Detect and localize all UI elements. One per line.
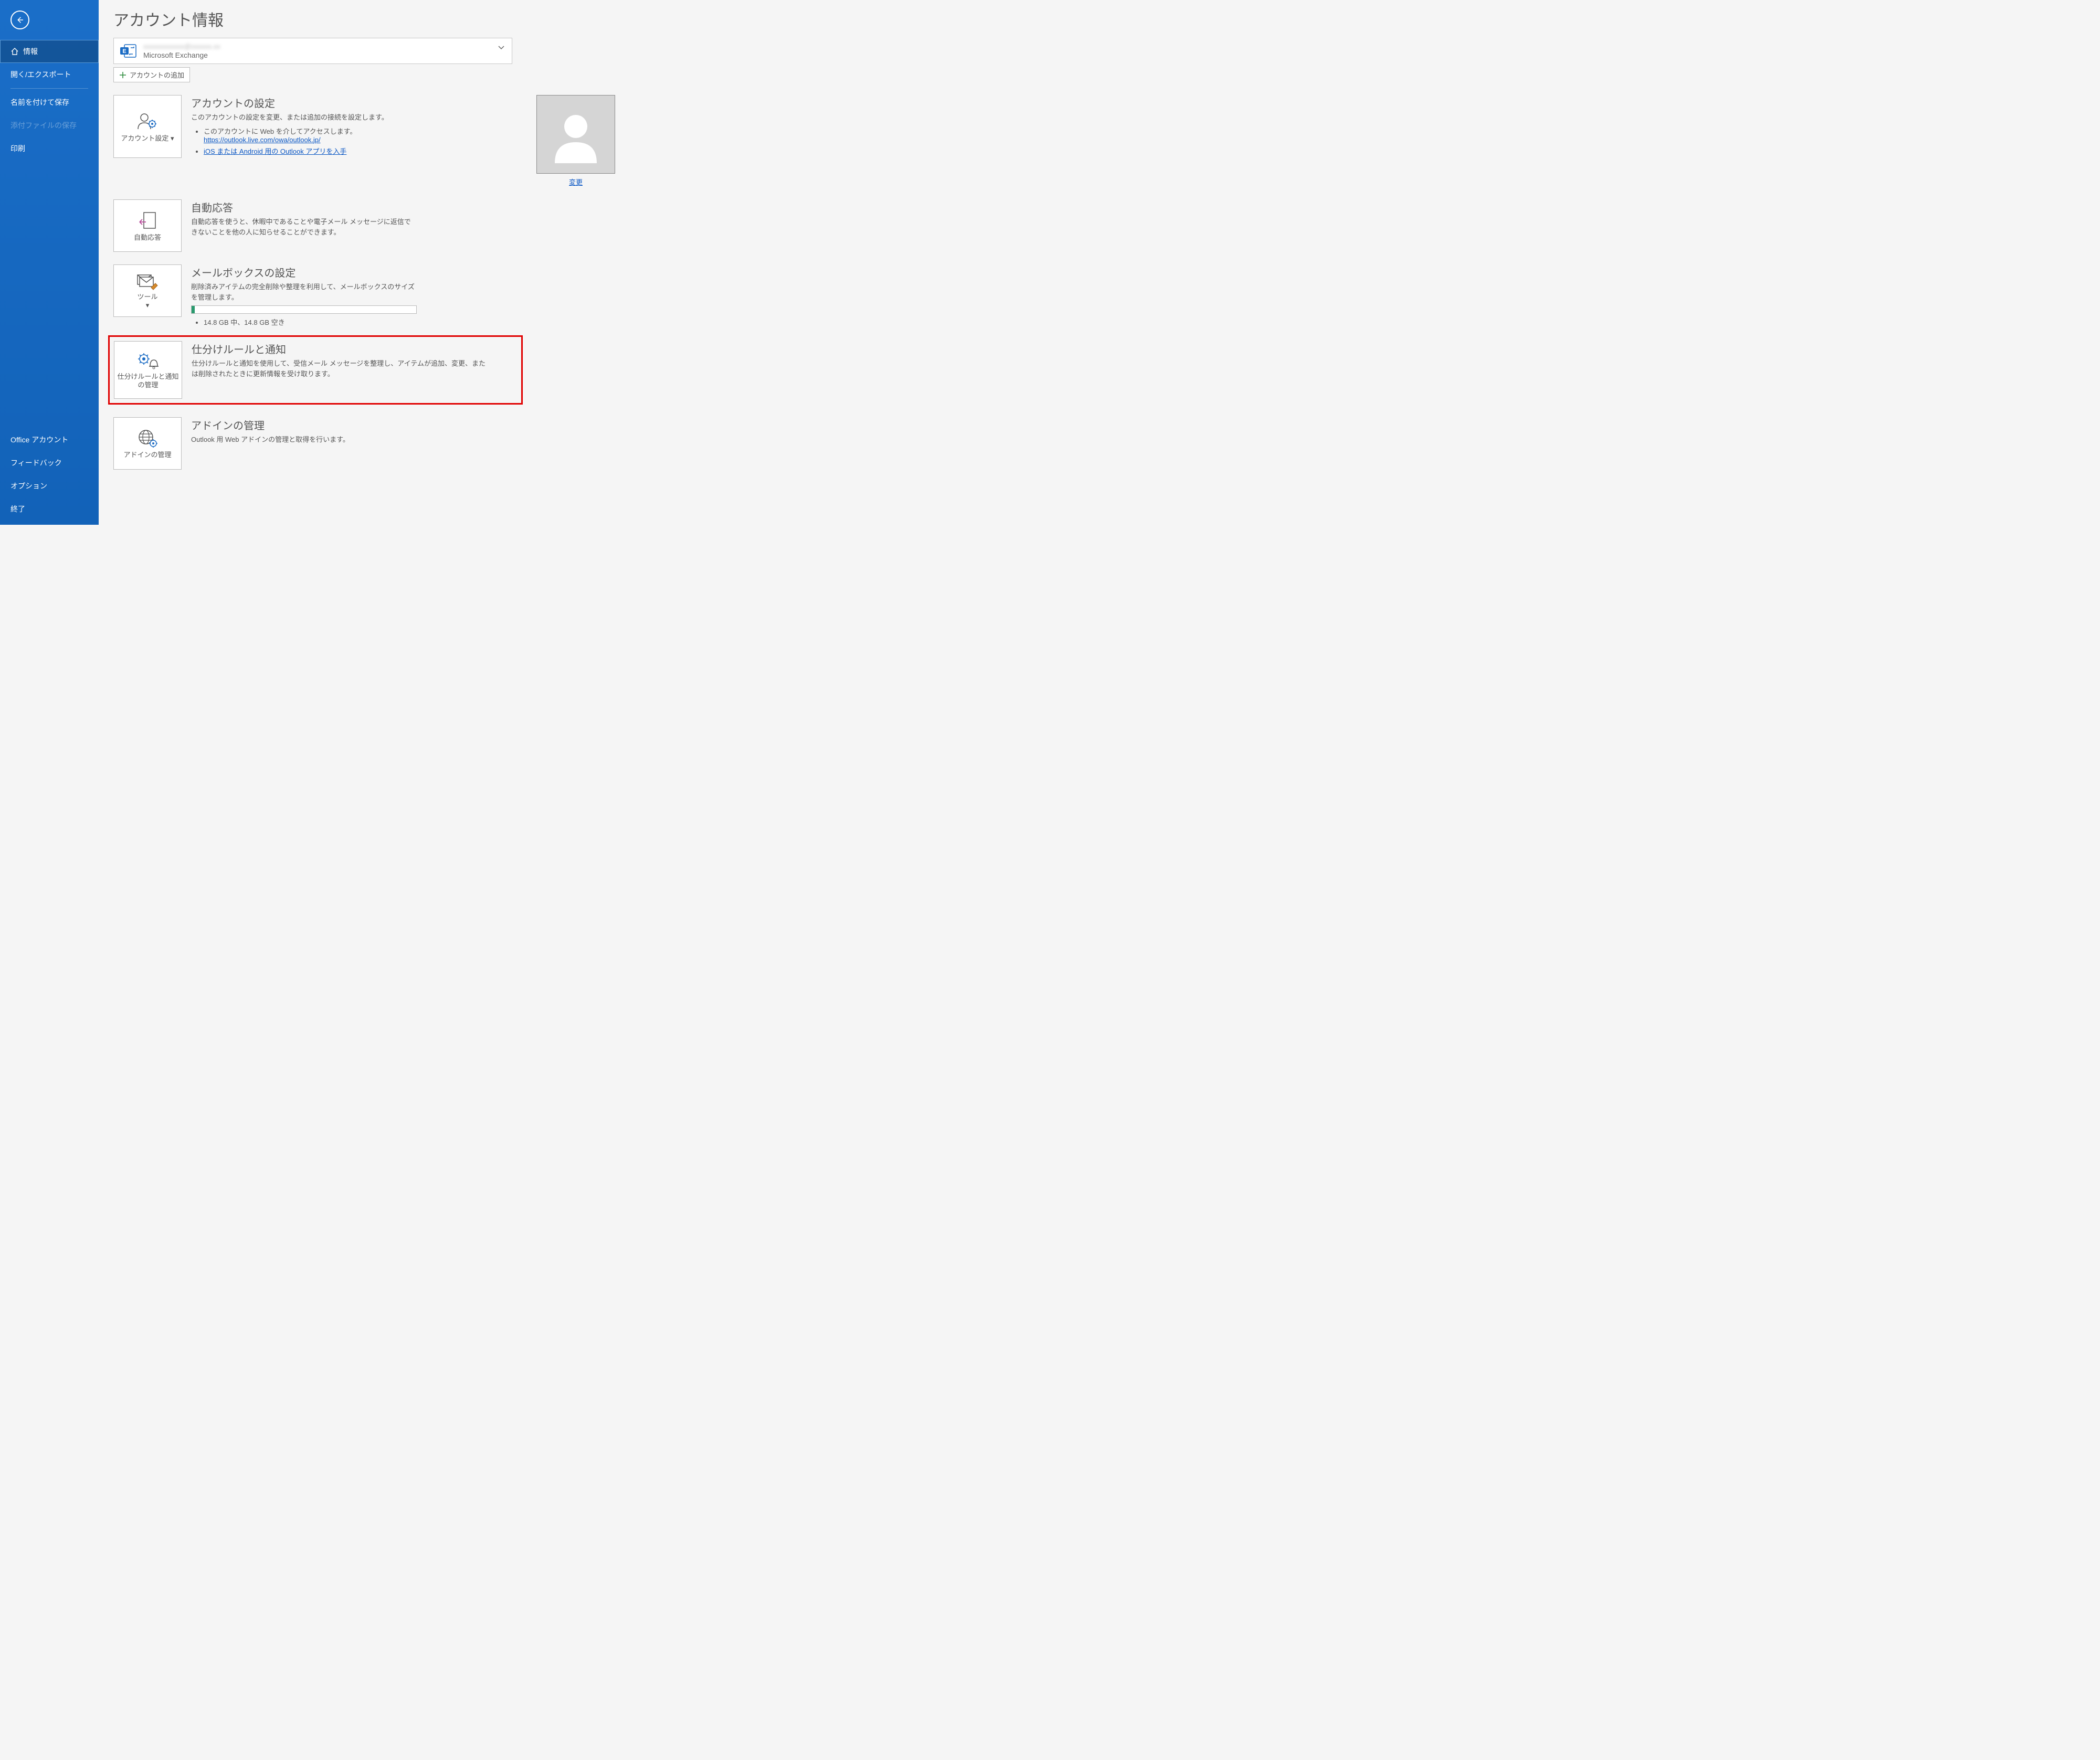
person-gear-icon [136, 111, 159, 132]
section-desc: 自動応答を使うと、休暇中であることや電子メール メッセージに返信できないことを他… [191, 217, 417, 237]
tile-label: 自動応答 [134, 234, 161, 242]
change-avatar-link[interactable]: 変更 [569, 177, 583, 187]
nav-divider [10, 88, 88, 89]
gear-bell-icon [136, 352, 160, 370]
section-title: 仕分けルールと通知 [192, 341, 517, 356]
manage-rules-button[interactable]: 仕分けルールと通知の管理 [114, 341, 182, 399]
nav-label: 情報 [23, 46, 38, 57]
tile-label: アドインの管理 [123, 451, 171, 459]
auto-reply-icon [138, 210, 157, 231]
section-auto-reply: 自動応答 自動応答 自動応答を使うと、休暇中であることや電子メール メッセージに… [113, 199, 615, 252]
add-account-label: アカウントの追加 [130, 70, 184, 80]
account-type: Microsoft Exchange [143, 51, 220, 59]
person-silhouette-icon [547, 105, 605, 163]
sidebar-item-info[interactable]: 情報 [0, 40, 99, 63]
nav-label: 開く/エクスポート [10, 69, 71, 80]
nav-label: 添付ファイルの保存 [10, 120, 77, 131]
section-desc: 仕分けルールと通知を使用して、受信メール メッセージを整理し、アイテムが追加、変… [192, 358, 486, 379]
avatar-placeholder [536, 95, 615, 174]
section-body: 仕分けルールと通知 仕分けルールと通知を使用して、受信メール メッセージを整理し… [192, 341, 517, 379]
sidebar-item-exit[interactable]: 終了 [0, 497, 99, 521]
account-picker-dropdown[interactable]: E xxxxxxxxxxxx@xxxxxx.xx Microsoft Excha… [113, 38, 512, 64]
home-icon [10, 47, 19, 56]
plus-icon [119, 71, 126, 79]
svg-text:E: E [122, 48, 126, 55]
sidebar-nav: 情報開く/エクスポート名前を付けて保存添付ファイルの保存印刷 [0, 40, 99, 160]
sidebar-bottom-nav: Office アカウントフィードバックオプション終了 [0, 428, 99, 525]
section-body: 自動応答 自動応答を使うと、休暇中であることや電子メール メッセージに返信できな… [191, 199, 615, 237]
section-desc: このアカウントの設定を変更、または追加の接続を設定します。 [191, 112, 417, 123]
tile-label: 仕分けルールと通知の管理 [117, 373, 180, 389]
tools-button[interactable]: ツール▾ [113, 264, 182, 317]
account-picker-labels: xxxxxxxxxxxx@xxxxxx.xx Microsoft Exchang… [143, 43, 220, 59]
sidebar-item-options[interactable]: オプション [0, 474, 99, 497]
sidebar-item-print[interactable]: 印刷 [0, 137, 99, 160]
globe-gear-icon [136, 429, 159, 449]
quota-text: 14.8 GB 中、14.8 GB 空き [204, 317, 615, 327]
nav-label: オプション [10, 481, 47, 491]
mail-brush-icon [136, 273, 159, 291]
tile-label: アカウント設定 ▾ [121, 134, 174, 143]
nav-label: 終了 [10, 504, 25, 514]
nav-label: フィードバック [10, 458, 62, 468]
avatar-column: 変更 [536, 95, 615, 187]
section-addins: アドインの管理 アドインの管理 Outlook 用 Web アドインの管理と取得… [113, 417, 615, 470]
section-body: メールボックスの設定 削除済みアイテムの完全削除や整理を利用して、メールボックス… [191, 264, 615, 329]
manage-addins-button[interactable]: アドインの管理 [113, 417, 182, 470]
account-settings-button[interactable]: アカウント設定 ▾ [113, 95, 182, 158]
quota-fill [192, 306, 195, 313]
back-button[interactable] [10, 10, 29, 29]
sidebar-item-save-attachments: 添付ファイルの保存 [0, 114, 99, 137]
sidebar-item-office-account[interactable]: Office アカウント [0, 428, 99, 451]
page-title: アカウント情報 [113, 7, 615, 30]
section-desc: Outlook 用 Web アドインの管理と取得を行います。 [191, 434, 417, 445]
sidebar: 情報開く/エクスポート名前を付けて保存添付ファイルの保存印刷 Office アカ… [0, 0, 99, 525]
chevron-down-icon [498, 46, 504, 50]
owa-link[interactable]: https://outlook.live.com/owa/outlook.jp/ [204, 136, 321, 144]
section-body: アカウントの設定 このアカウントの設定を変更、または追加の接続を設定します。 こ… [191, 95, 524, 158]
section-desc: 削除済みアイテムの完全削除や整理を利用して、メールボックスのサイズを管理します。 [191, 282, 417, 302]
section-title: 自動応答 [191, 199, 615, 215]
section-bullets: このアカウントに Web を介してアクセスします。 https://outloo… [191, 126, 524, 156]
section-account-settings: アカウント設定 ▾ アカウントの設定 このアカウントの設定を変更、または追加の接… [113, 95, 615, 187]
add-account-button[interactable]: アカウントの追加 [113, 67, 190, 82]
arrow-left-icon [15, 15, 25, 25]
exchange-icon: E [119, 41, 138, 60]
account-email: xxxxxxxxxxxx@xxxxxx.xx [143, 43, 220, 50]
sidebar-item-open-export[interactable]: 開く/エクスポート [0, 63, 99, 86]
section-rules-highlighted: 仕分けルールと通知の管理 仕分けルールと通知 仕分けルールと通知を使用して、受信… [108, 335, 523, 405]
section-mailbox: ツール▾ メールボックスの設定 削除済みアイテムの完全削除や整理を利用して、メー… [113, 264, 615, 329]
main-content: アカウント情報 E xxxxxxxxxxxx@xxxxxx.xx Microso… [99, 0, 630, 525]
nav-label: 印刷 [10, 143, 25, 154]
nav-label: 名前を付けて保存 [10, 97, 69, 108]
nav-label: Office アカウント [10, 434, 68, 445]
section-body: アドインの管理 Outlook 用 Web アドインの管理と取得を行います。 [191, 417, 615, 445]
sidebar-item-feedback[interactable]: フィードバック [0, 451, 99, 474]
section-title: アカウントの設定 [191, 95, 524, 110]
tile-label: ツール▾ [137, 293, 157, 309]
auto-reply-button[interactable]: 自動応答 [113, 199, 182, 252]
back-button-area [0, 0, 99, 35]
section-title: メールボックスの設定 [191, 264, 615, 280]
quota-bar [191, 305, 417, 314]
section-title: アドインの管理 [191, 417, 615, 432]
mobile-app-link[interactable]: iOS または Android 用の Outlook アプリを入手 [204, 147, 346, 155]
sidebar-item-save-as[interactable]: 名前を付けて保存 [0, 91, 99, 114]
